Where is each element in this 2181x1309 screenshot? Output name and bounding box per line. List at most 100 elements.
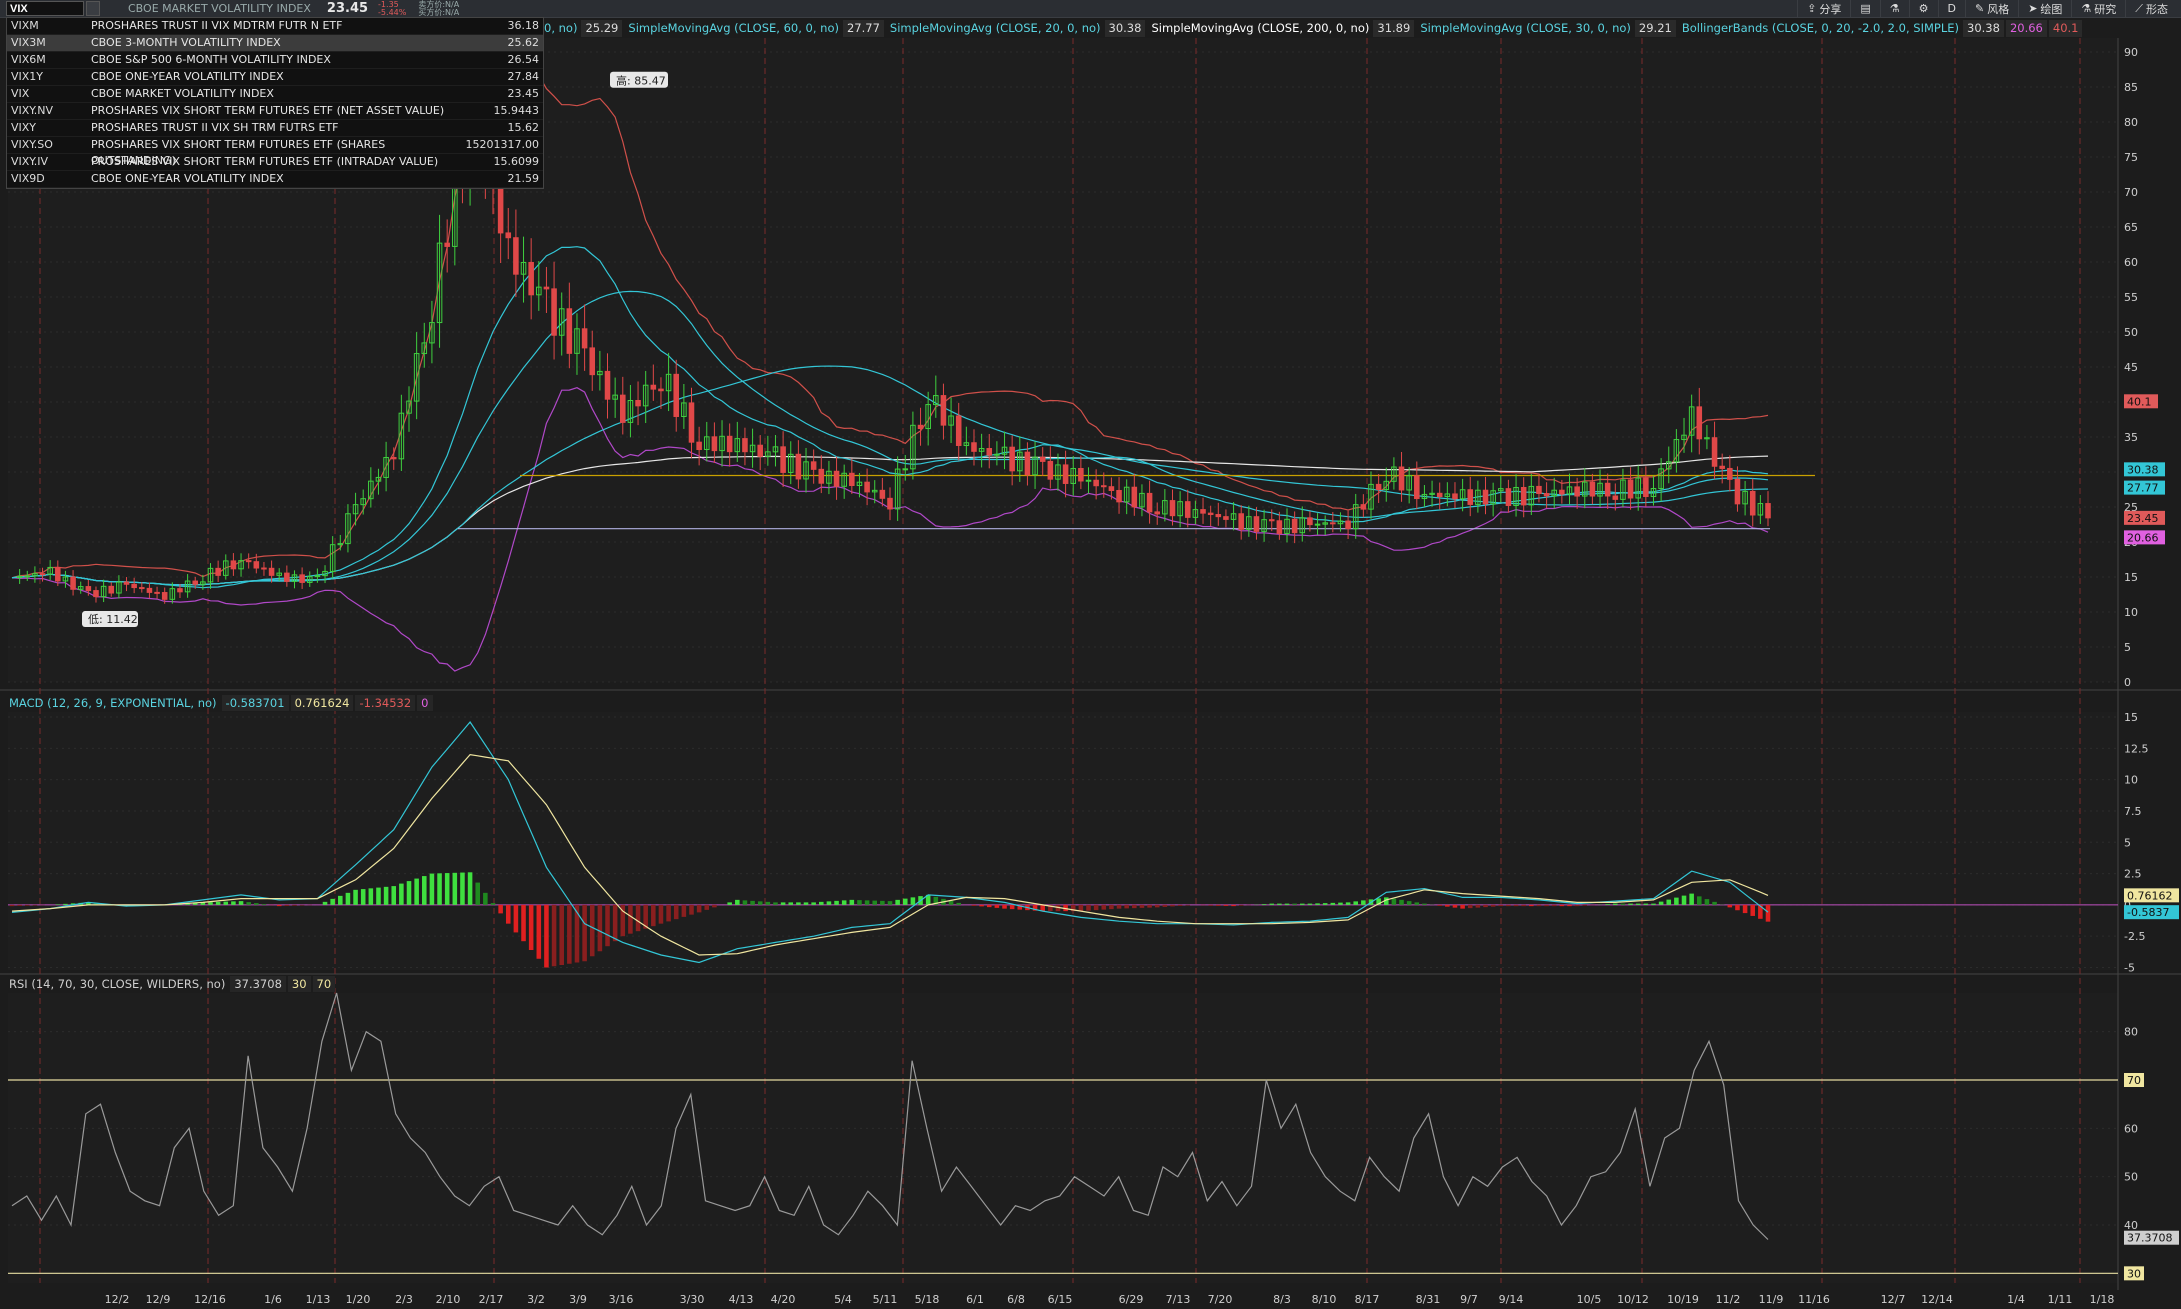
x-tick-label: 11/2	[1716, 1293, 1741, 1306]
price-badge: 70	[2124, 1073, 2144, 1087]
y-tick-label: 2.5	[2124, 868, 2142, 881]
symbol-list-item[interactable]: VIX9D CBOE ONE-YEAR VOLATILITY INDEX 21.59	[7, 171, 543, 188]
candle-body	[1375, 483, 1382, 491]
symbol-value: 15201317.00	[465, 138, 539, 151]
x-tick-label: 7/20	[1208, 1293, 1233, 1306]
candle-body	[1215, 514, 1222, 518]
y-tick-label: 10	[2124, 606, 2138, 619]
symbol-code: VIX	[11, 87, 30, 100]
candle-body	[780, 446, 786, 473]
candle-body	[24, 575, 31, 578]
candle-body	[1398, 466, 1405, 491]
x-tick-label: 10/19	[1667, 1293, 1699, 1306]
x-tick-label: 8/17	[1355, 1293, 1380, 1306]
x-tick-label: 5/11	[873, 1293, 898, 1306]
candle-body	[1100, 485, 1107, 488]
symbol-code: VIX9D	[11, 172, 45, 185]
chart-canvas[interactable]: 051015202530354045505560657075808590-5-2…	[0, 0, 2181, 1309]
symbol-list-item[interactable]: VIXY PROSHARES TRUST II VIX SH TRM FUTRS …	[7, 120, 543, 137]
y-tick-label: 85	[2124, 81, 2138, 94]
y-tick-label: 0	[2124, 676, 2131, 689]
candle-body	[1589, 481, 1596, 497]
y-tick-label: 15	[2124, 571, 2138, 584]
low-annotation-label: 低: 11.42	[88, 613, 138, 626]
x-tick-label: 8/10	[1312, 1293, 1337, 1306]
study-value: -1.34532	[355, 695, 416, 711]
candle-body	[1330, 522, 1336, 525]
candle-body	[902, 468, 909, 471]
symbol-list-item[interactable]: VIXY.SO PROSHARES VIX SHORT TERM FUTURES …	[7, 137, 543, 167]
candle-body	[1207, 512, 1214, 516]
candle-body	[620, 394, 626, 423]
symbol-list-item[interactable]: VIXM PROSHARES TRUST II VIX MDTRM FUTR N …	[7, 18, 543, 35]
x-tick-label: 11/16	[1798, 1293, 1830, 1306]
y-tick-label: 12.5	[2124, 742, 2149, 755]
symbol-full-name: PROSHARES VIX SHORT TERM FUTURES ETF (IN…	[91, 155, 439, 168]
symbol-lookup-list: VIXM PROSHARES TRUST II VIX MDTRM FUTR N …	[6, 17, 544, 189]
candle-body	[1467, 489, 1474, 505]
symbol-full-name: CBOE ONE-YEAR VOLATILITY INDEX	[91, 172, 284, 185]
candle-body	[879, 489, 886, 499]
price-badge: 20.66	[2124, 530, 2165, 545]
price-badge-label: 30.38	[2127, 463, 2159, 476]
symbol-list-item[interactable]: VIX1Y CBOE ONE-YEAR VOLATILITY INDEX 27.84	[7, 69, 543, 86]
price-badge-label: 23.45	[2127, 512, 2159, 525]
price-badge: 40.1	[2124, 394, 2158, 409]
price-badge-label: 27.77	[2127, 482, 2159, 495]
candle-body	[139, 587, 145, 590]
candle-body	[1612, 495, 1619, 500]
x-tick-label: 12/14	[1921, 1293, 1953, 1306]
x-tick-label: 1/18	[2090, 1293, 2115, 1306]
candle-body	[1200, 509, 1206, 514]
candle-body	[1559, 489, 1565, 495]
y-tick-label: -5	[2124, 961, 2135, 974]
x-tick-label: 1/4	[2007, 1293, 2025, 1306]
candle-body	[604, 370, 611, 400]
candle-body	[1276, 520, 1283, 534]
candle-body	[299, 574, 305, 583]
rsi-study-name: RSI (14, 70, 30, CLOSE, WILDERS, no)	[9, 977, 226, 991]
candle-body	[1154, 511, 1160, 515]
candle-body	[1749, 490, 1756, 516]
symbol-list-item[interactable]: VIXY.IV PROSHARES VIX SHORT TERM FUTURES …	[7, 154, 543, 171]
x-tick-label: 2/3	[395, 1293, 413, 1306]
symbol-full-name: CBOE ONE-YEAR VOLATILITY INDEX	[91, 70, 284, 83]
symbol-list-item[interactable]: VIX CBOE MARKET VOLATILITY INDEX 23.45	[7, 86, 543, 103]
study-value: 0.761624	[290, 695, 354, 711]
high-annotation: 高: 85.47	[610, 71, 668, 88]
symbol-code: VIXY	[11, 121, 37, 134]
candle-body	[1062, 464, 1069, 484]
x-tick-label: 9/7	[1460, 1293, 1478, 1306]
candle-body	[589, 347, 596, 376]
study-value: 30	[287, 976, 311, 992]
symbol-value: 15.9443	[493, 104, 540, 117]
x-tick-label: 3/16	[609, 1293, 634, 1306]
symbol-code: VIXY.SO	[11, 138, 53, 151]
study-value: 70	[312, 976, 336, 992]
candle-body	[505, 232, 512, 239]
macd-label[interactable]: MACD (12, 26, 9, EXPONENTIAL, no) -0.583…	[6, 695, 433, 711]
symbol-value: 21.59	[507, 172, 540, 185]
y-tick-label: 65	[2124, 221, 2138, 234]
rsi-label[interactable]: RSI (14, 70, 30, CLOSE, WILDERS, no) 37.…	[6, 976, 336, 992]
candle-body	[1414, 475, 1420, 500]
symbol-list-item[interactable]: VIXY.NV PROSHARES VIX SHORT TERM FUTURES …	[7, 103, 543, 120]
x-tick-label: 2/10	[436, 1293, 461, 1306]
candle-body	[444, 242, 450, 247]
candle-body	[1643, 477, 1649, 498]
candle-body	[1024, 451, 1031, 476]
symbol-full-name: CBOE 3-MONTH VOLATILITY INDEX	[91, 36, 281, 49]
symbol-list-item[interactable]: VIX6M CBOE S&P 500 6-MONTH VOLATILITY IND…	[7, 52, 543, 69]
x-tick-label: 1/20	[346, 1293, 371, 1306]
symbol-list-item[interactable]: VIX3M CBOE 3-MONTH VOLATILITY INDEX 25.62	[7, 35, 543, 52]
symbol-value: 36.18	[507, 19, 540, 32]
candle-body	[1543, 493, 1550, 497]
symbol-value: 15.6099	[493, 155, 540, 168]
candle-body	[528, 261, 534, 296]
y-tick-label: 45	[2124, 361, 2138, 374]
symbol-full-name: CBOE S&P 500 6-MONTH VOLATILITY INDEX	[91, 53, 331, 66]
candle-body	[70, 576, 76, 590]
pane-background	[8, 993, 2118, 1283]
x-tick-label: 12/16	[194, 1293, 226, 1306]
price-badge-label: 0.76162	[2127, 889, 2173, 902]
